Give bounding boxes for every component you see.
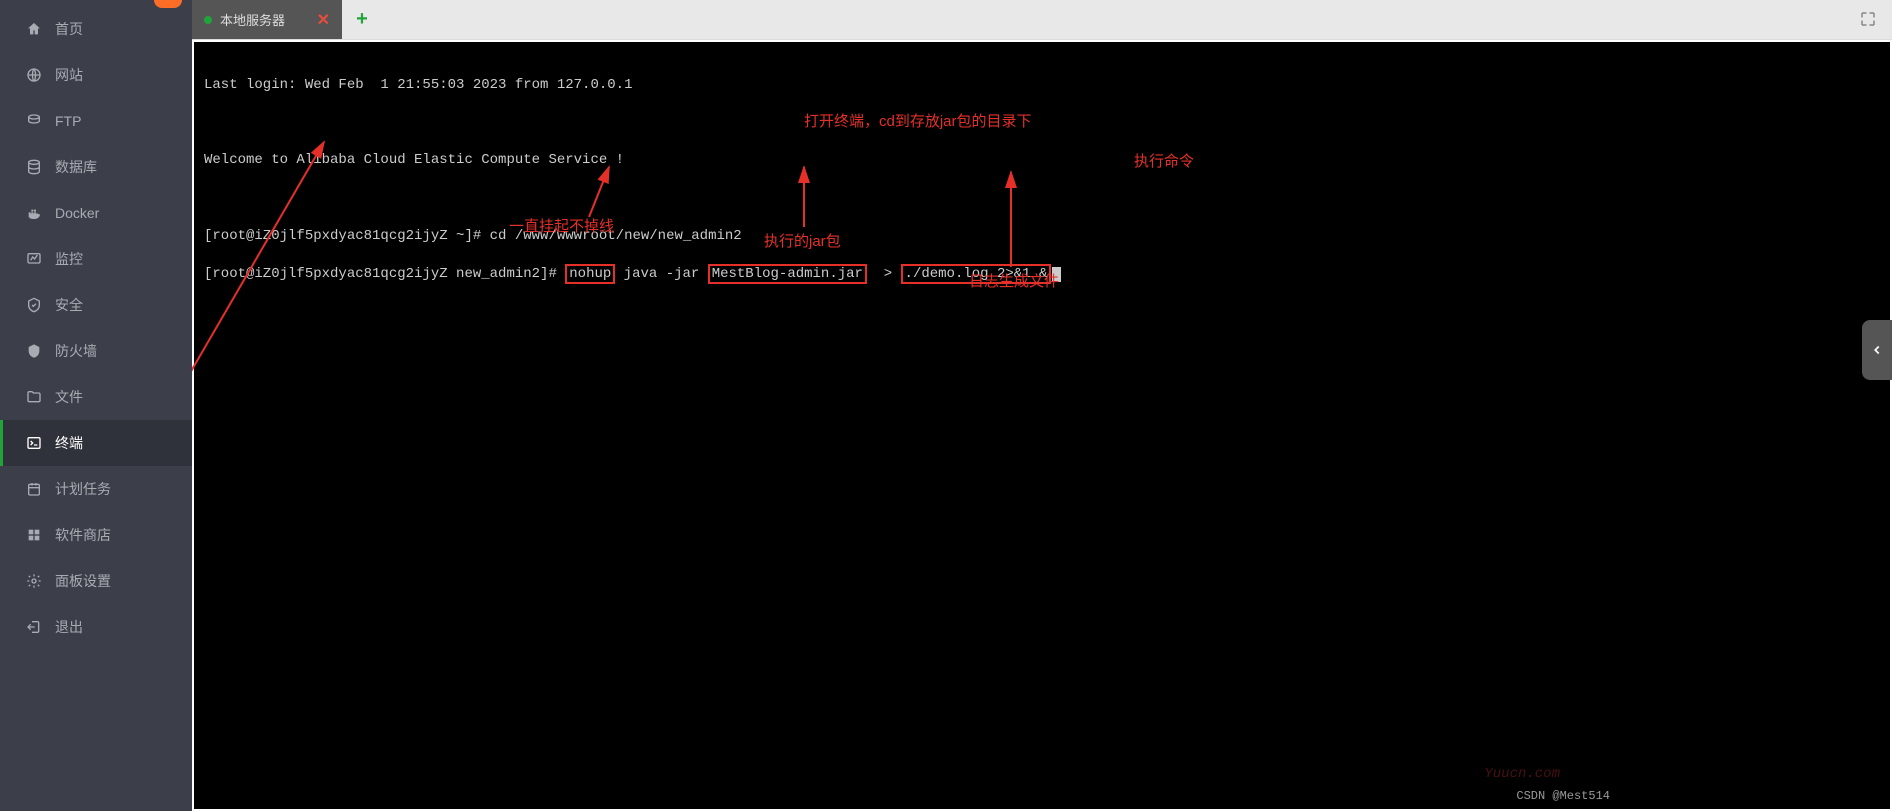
watermark-site: Yuucn.com	[1484, 765, 1560, 784]
annotation-nohup: 一直挂起不掉线	[509, 217, 614, 237]
firewall-icon	[25, 342, 43, 360]
sidebar-item-website[interactable]: 网站	[0, 52, 192, 98]
sidebar-item-label: 首页	[55, 19, 83, 39]
sidebar-item-label: 计划任务	[55, 479, 111, 499]
shield-icon	[25, 296, 43, 314]
add-tab-button[interactable]: +	[342, 0, 382, 39]
sidebar-item-database[interactable]: 数据库	[0, 144, 192, 190]
sidebar-header	[0, 0, 192, 6]
sidebar-item-label: 文件	[55, 387, 83, 407]
highlight-nohup: nohup	[565, 264, 615, 284]
fullscreen-icon[interactable]	[1859, 10, 1877, 28]
annotation-open-terminal: 打开终端，cd到存放jar包的目录下	[804, 112, 1032, 132]
sidebar-item-logout[interactable]: 退出	[0, 604, 192, 650]
sidebar-item-label: 面板设置	[55, 571, 111, 591]
sidebar-item-monitor[interactable]: 监控	[0, 236, 192, 282]
globe-icon	[25, 66, 43, 84]
sidebar-item-label: 终端	[55, 433, 83, 453]
side-drawer-handle[interactable]	[1862, 320, 1892, 380]
database-icon	[25, 158, 43, 176]
sidebar-item-label: 软件商店	[55, 525, 111, 545]
terminal-line: [root@iZ0jlf5pxdyac81qcg2ijyZ ~]# cd /ww…	[204, 227, 1880, 246]
sidebar-item-label: 监控	[55, 249, 83, 269]
ftp-icon	[25, 112, 43, 130]
sidebar-item-label: FTP	[55, 113, 81, 129]
tab-label: 本地服务器	[220, 10, 285, 29]
status-dot-icon	[204, 16, 212, 24]
sidebar-item-files[interactable]: 文件	[0, 374, 192, 420]
sidebar-item-label: 退出	[55, 617, 83, 637]
sidebar-item-firewall[interactable]: 防火墙	[0, 328, 192, 374]
terminal-output[interactable]: Last login: Wed Feb 1 21:55:03 2023 from…	[194, 42, 1890, 809]
annotation-exec-cmd: 执行命令	[1134, 152, 1194, 172]
gear-icon	[25, 572, 43, 590]
close-icon[interactable]: ✕	[317, 10, 330, 30]
monitor-icon	[25, 250, 43, 268]
terminal-line: Last login: Wed Feb 1 21:55:03 2023 from…	[204, 76, 1880, 95]
calendar-icon	[25, 480, 43, 498]
sidebar-item-appstore[interactable]: 软件商店	[0, 512, 192, 558]
watermark-csdn: CSDN @Mest514	[1516, 788, 1610, 804]
sidebar-item-docker[interactable]: Docker	[0, 190, 192, 236]
terminal-line: Welcome to Alibaba Cloud Elastic Compute…	[204, 151, 1880, 170]
annotation-jar: 执行的jar包	[764, 232, 841, 252]
logout-icon	[25, 618, 43, 636]
sidebar-item-label: 安全	[55, 295, 83, 315]
sidebar-item-security[interactable]: 安全	[0, 282, 192, 328]
terminal-line	[204, 189, 1880, 208]
terminal-tabbar: 本地服务器 ✕ +	[192, 0, 1892, 40]
sidebar-item-cron[interactable]: 计划任务	[0, 466, 192, 512]
main-area: 本地服务器 ✕ + Last login: Wed Feb 1 21:55:03…	[192, 0, 1892, 811]
highlight-jar: MestBlog-admin.jar	[708, 264, 867, 284]
sidebar-item-label: Docker	[55, 205, 99, 221]
sidebar-item-terminal[interactable]: 终端	[0, 420, 192, 466]
annotation-log: 日志生成文件	[969, 272, 1059, 292]
terminal-line	[204, 114, 1880, 133]
terminal-tab-local[interactable]: 本地服务器 ✕	[192, 0, 342, 39]
sidebar-item-ftp[interactable]: FTP	[0, 98, 192, 144]
sidebar-item-label: 防火墙	[55, 341, 97, 361]
docker-icon	[25, 204, 43, 222]
header-badge-icon	[154, 0, 182, 8]
folder-icon	[25, 388, 43, 406]
arrow-log-icon	[999, 167, 1039, 272]
terminal-icon	[25, 434, 43, 452]
sidebar-item-label: 数据库	[55, 157, 97, 177]
sidebar-item-home[interactable]: 首页	[0, 6, 192, 52]
sidebar-item-settings[interactable]: 面板设置	[0, 558, 192, 604]
home-icon	[25, 20, 43, 38]
apps-icon	[25, 526, 43, 544]
sidebar-item-label: 网站	[55, 65, 83, 85]
sidebar: 首页 网站 FTP 数据库 Docker 监控 安全 防火墙	[0, 0, 192, 811]
